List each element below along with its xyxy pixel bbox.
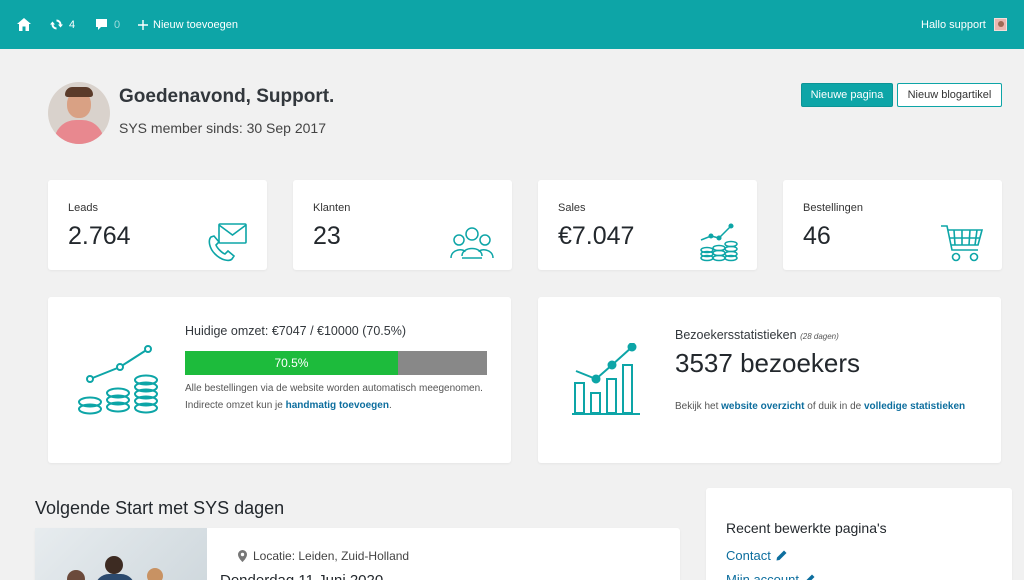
- user-avatar: [48, 82, 110, 144]
- stat-card-klanten[interactable]: Klanten 23: [293, 180, 512, 270]
- people-group-icon: [450, 220, 494, 264]
- visitors-title-text: Bezoekersstatistieken: [675, 328, 797, 342]
- visitors-title: Bezoekersstatistieken (28 dagen): [675, 328, 839, 342]
- welcome-title: Goedenavond, Support.: [119, 86, 334, 108]
- account-menu[interactable]: Hallo support: [921, 0, 1007, 49]
- stat-value: 23: [313, 222, 341, 251]
- revenue-growth-icon: [76, 344, 162, 418]
- event-card[interactable]: Locatie: Leiden, Zuid-Holland Donderdag …: [35, 528, 680, 580]
- website-overview-link[interactable]: website overzicht: [721, 401, 804, 412]
- visitors-description: Bekijk het website overzicht of duik in …: [675, 398, 975, 415]
- revenue-description: Alle bestellingen via de website worden …: [185, 380, 485, 414]
- member-since: SYS member sinds: 30 Sep 2017: [119, 120, 326, 136]
- admin-bar: 4 0 Nieuw toevoegen Hallo support: [0, 0, 1024, 49]
- visitors-text-2: of duik in de: [805, 401, 864, 412]
- revenue-text-end: .: [389, 400, 392, 411]
- revenue-title: Huidige omzet: €7047 / €10000 (70.5%): [185, 324, 406, 338]
- full-statistics-link[interactable]: volledige statistieken: [864, 401, 965, 412]
- revenue-progress-fill: 70.5%: [185, 351, 398, 375]
- stat-card-bestellingen[interactable]: Bestellingen 46: [783, 180, 1002, 270]
- updates-link[interactable]: 4: [50, 0, 75, 49]
- updates-icon: [50, 18, 63, 31]
- stat-label: Sales: [558, 202, 586, 214]
- home-link[interactable]: [17, 0, 31, 49]
- new-page-button[interactable]: Nieuwe pagina: [801, 83, 893, 107]
- event-location-text: Locatie: Leiden, Zuid-Holland: [253, 549, 409, 563]
- recent-page-link[interactable]: Mijn account: [726, 572, 799, 580]
- manual-add-link[interactable]: handmatig toevoegen: [286, 400, 389, 411]
- comments-count: 0: [114, 19, 120, 31]
- shopping-cart-icon: [940, 220, 984, 264]
- stat-value: €7.047: [558, 222, 634, 251]
- visitors-text: Bekijk het: [675, 401, 721, 412]
- stat-label: Bestellingen: [803, 202, 863, 214]
- revenue-progress-bar: 70.5%: [185, 351, 487, 375]
- visitors-count: 3537 bezoekers: [675, 348, 860, 379]
- home-icon: [17, 18, 31, 31]
- stat-card-sales[interactable]: Sales €7.047: [538, 180, 757, 270]
- stat-label: Klanten: [313, 202, 350, 214]
- plus-icon: [138, 20, 148, 30]
- pencil-icon: [776, 550, 787, 561]
- recent-pages-card: Recent bewerkte pagina's Contact Mijn ac…: [706, 488, 1012, 580]
- stat-label: Leads: [68, 202, 98, 214]
- account-greeting: Hallo support: [921, 19, 986, 31]
- event-location: Locatie: Leiden, Zuid-Holland: [238, 549, 409, 563]
- recent-page-item[interactable]: Contact: [726, 548, 787, 563]
- events-section-title: Volgende Start met SYS dagen: [35, 498, 284, 519]
- revenue-card: Huidige omzet: €7047 / €10000 (70.5%) 70…: [48, 297, 511, 463]
- stat-value: 46: [803, 222, 831, 251]
- visitors-period: (28 dagen): [800, 332, 839, 341]
- location-pin-icon: [238, 550, 247, 562]
- recent-pages-title: Recent bewerkte pagina's: [726, 520, 887, 536]
- coins-growth-icon: [695, 220, 739, 264]
- stat-value: 2.764: [68, 222, 131, 251]
- phone-mail-icon: [205, 220, 249, 264]
- updates-count: 4: [69, 19, 75, 31]
- recent-page-link[interactable]: Contact: [726, 548, 771, 563]
- user-avatar-small: [994, 18, 1007, 31]
- new-post-button[interactable]: Nieuw blogartikel: [897, 83, 1002, 107]
- recent-page-item[interactable]: Mijn account: [726, 572, 815, 580]
- comment-icon: [95, 18, 108, 31]
- visitors-card: Bezoekersstatistieken (28 dagen) 3537 be…: [538, 297, 1001, 463]
- pencil-icon: [804, 574, 815, 580]
- stat-card-leads[interactable]: Leads 2.764: [48, 180, 267, 270]
- comments-link[interactable]: 0: [95, 0, 120, 49]
- event-date: Donderdag 11 Juni 2020: [220, 572, 383, 580]
- event-photo: [35, 528, 207, 580]
- add-new-link[interactable]: Nieuw toevoegen: [138, 0, 238, 49]
- bar-chart-growth-icon: [572, 343, 642, 417]
- add-new-label: Nieuw toevoegen: [153, 19, 238, 31]
